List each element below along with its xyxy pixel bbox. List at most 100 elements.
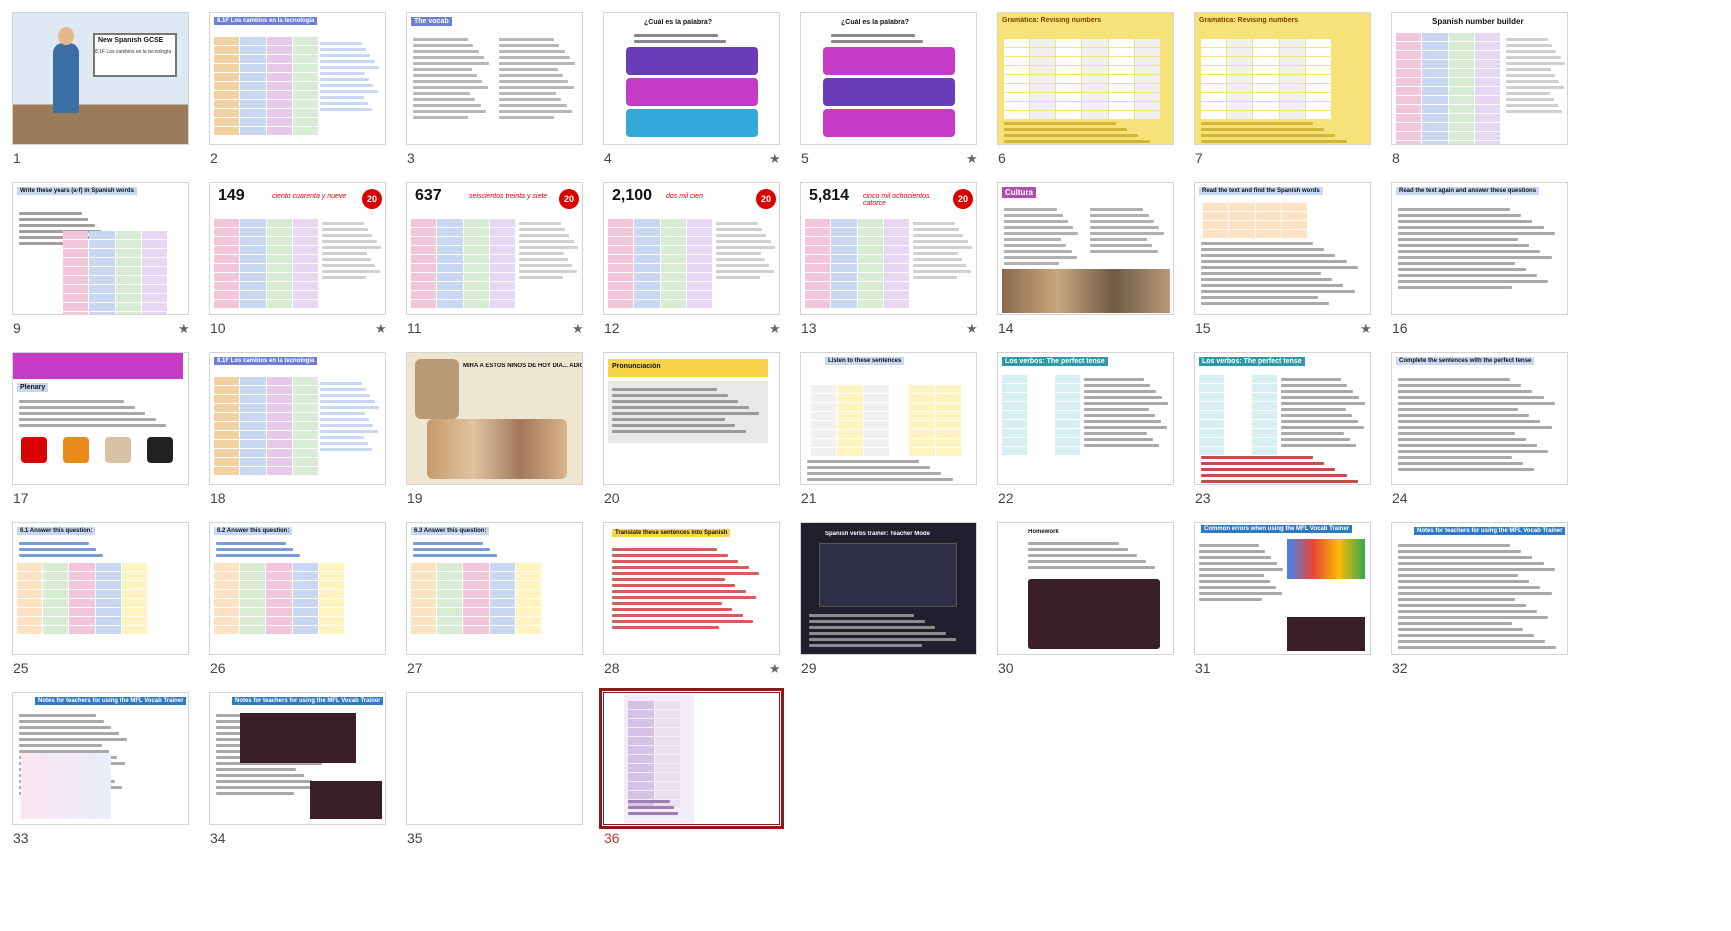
slide-preview[interactable]: 6.2 Answer this question: [209,522,386,655]
slide-thumbnail-17[interactable]: Plenary 17 [0,340,190,506]
slide-preview[interactable]: Los verbos: The perfect tense [997,352,1174,485]
text-lines [1028,539,1158,572]
trainer-screenshot [310,781,382,819]
slide-preview[interactable]: 149 ciento cuarenta y nueve 20 [209,182,386,315]
text-lines [612,545,762,632]
slide-preview[interactable]: 2,100 dos mil cien 20 [603,182,780,315]
text-lines [413,539,513,560]
slide-thumbnail-21[interactable]: Listen to these sentences 21 [788,340,978,506]
mini-table [805,219,909,308]
slide-title: Los verbos: The perfect tense [1002,357,1108,366]
slide-thumbnail-18[interactable]: 8.1F Los cambios en la tecnología 18 [197,340,387,506]
slide-thumbnail-10[interactable]: 149 ciento cuarenta y nueve 20 10 ★ [197,170,387,336]
mini-table [214,377,318,475]
slide-number: 15 [1195,320,1211,336]
text-lines [1201,453,1361,484]
rebus-row [823,78,955,106]
slide-thumbnail-1[interactable]: New Spanish GCSE 8.1F Los cambios en la t… [0,0,190,166]
slide-preview[interactable]: ¿Cuál es la palabra? [603,12,780,145]
slide-thumbnail-23[interactable]: Los verbos: The perfect tense 23 [1182,340,1372,506]
slide-preview[interactable]: 6.1 Answer this question: [12,522,189,655]
slide-preview[interactable]: The vocab [406,12,583,145]
slide-preview[interactable]: Notes for teachers for using the MFL Voc… [12,692,189,825]
text-lines [913,219,973,282]
slide-thumbnail-22[interactable]: Los verbos: The perfect tense 22 [985,340,1175,506]
slide-thumbnail-33[interactable]: Notes for teachers for using the MFL Voc… [0,680,190,846]
slide-thumbnail-26[interactable]: 6.2 Answer this question: 26 [197,510,387,676]
slide-preview[interactable]: Homework [997,522,1174,655]
plenary-icon [63,437,89,463]
slide-preview[interactable]: Notes for teachers for using the MFL Voc… [1391,522,1568,655]
slide-preview[interactable]: New Spanish GCSE 8.1F Los cambios en la t… [12,12,189,145]
slide-thumbnail-30[interactable]: Homework 30 [985,510,1175,676]
number-display: 149 [218,187,245,204]
slide-number: 24 [1392,490,1408,506]
slide-preview[interactable]: Spanish number builder [1391,12,1568,145]
text-lines [1398,205,1558,292]
slide-thumbnail-24[interactable]: Complete the sentences with the perfect … [1379,340,1569,506]
slide-thumbnail-11[interactable]: 637 seiscientos treinta y siete 20 11 ★ [394,170,584,336]
slide-preview[interactable]: Los verbos: The perfect tense [1194,352,1371,485]
slide-thumbnail-14[interactable]: Cultura 14 [985,170,1175,336]
slide-thumbnail-13[interactable]: 5,814 cinco mil ochocientos catorce 20 13 ★ [788,170,978,336]
slide-preview[interactable]: Read the text again and answer these que… [1391,182,1568,315]
slide-preview[interactable]: Cultura [997,182,1174,315]
slide-preview[interactable]: MIRA A ESTOS NIÑOS DE HOY DÍA... ADICTOS… [406,352,583,485]
slide-preview[interactable]: ¿Cuál es la palabra? [800,12,977,145]
slide-thumbnail-2[interactable]: 8.1F Los cambios en la tecnología 2 [197,0,387,166]
slide-thumbnail-8[interactable]: Spanish number builder 8 [1379,0,1569,166]
slide-preview[interactable]: Complete the sentences with the perfect … [1391,352,1568,485]
slide-preview[interactable]: Notes for teachers for using the MFL Voc… [209,692,386,825]
slide-number: 12 [604,320,620,336]
slide-thumbnail-28[interactable]: Translate these sentences into Spanish 28… [591,510,781,676]
slide-preview[interactable]: Spanish verbs trainer: Teacher Mode [800,522,977,655]
slide-preview[interactable]: 8.1F Los cambios en la tecnología [209,12,386,145]
slide-thumbnail-9[interactable]: Write these years (a-f) in Spanish words… [0,170,190,336]
slide-title: Complete the sentences with the perfect … [1396,357,1535,365]
timer-badge: 20 [953,189,973,209]
slide-thumbnail-32[interactable]: Notes for teachers for using the MFL Voc… [1379,510,1569,676]
slide-preview[interactable]: 6.3 Answer this question: [406,522,583,655]
slide-thumbnail-29[interactable]: Spanish verbs trainer: Teacher Mode 29 [788,510,978,676]
slide-preview[interactable]: Read the text and find the Spanish words [1194,182,1371,315]
slide-preview[interactable] [599,688,784,829]
slide-preview[interactable]: Write these years (a-f) in Spanish words [12,182,189,315]
slide-preview[interactable]: Listen to these sentences [800,352,977,485]
slide-thumbnail-12[interactable]: 2,100 dos mil cien 20 12 ★ [591,170,781,336]
rebus-row [626,109,758,137]
slide-preview[interactable]: Plenary [12,352,189,485]
slide-preview[interactable]: 637 seiscientos treinta y siete 20 [406,182,583,315]
teacher-head [58,27,74,45]
slide-thumbnail-3[interactable]: The vocab 3 [394,0,584,166]
slide-thumbnail-4[interactable]: ¿Cuál es la palabra? 4 ★ [591,0,781,166]
slide-thumbnail-16[interactable]: Read the text again and answer these que… [1379,170,1569,336]
slide-preview[interactable]: Translate these sentences into Spanish [603,522,780,655]
slide-thumbnail-31[interactable]: Common errors when using the MFL Vocab T… [1182,510,1372,676]
animation-star-icon: ★ [966,321,978,336]
slide-preview[interactable]: Pronunciación [603,352,780,485]
slide-thumbnail-36[interactable]: 36 [591,680,784,846]
slide-thumbnail-7[interactable]: Gramática: Revising numbers 7 [1182,0,1372,166]
slide-preview[interactable] [406,692,583,825]
slide-preview[interactable]: Gramática: Revising numbers [997,12,1174,145]
slide-thumbnail-27[interactable]: 6.3 Answer this question: 27 [394,510,584,676]
slide-thumbnail-35[interactable]: 35 [394,680,584,846]
slide-thumbnail-34[interactable]: Notes for teachers for using the MFL Voc… [197,680,387,846]
slide-number: 8 [1392,150,1400,166]
slide-title: Write these years (a-f) in Spanish words [17,187,137,195]
slide-thumbnail-6[interactable]: Gramática: Revising numbers 6 [985,0,1175,166]
slide-thumbnail-15[interactable]: Read the text and find the Spanish words… [1182,170,1372,336]
classroom-photo [1002,269,1170,313]
slide-thumbnail-25[interactable]: 6.1 Answer this question: 25 [0,510,190,676]
mini-table [214,37,318,135]
slide-thumbnail-19[interactable]: MIRA A ESTOS NIÑOS DE HOY DÍA... ADICTOS… [394,340,584,506]
slide-preview[interactable]: Gramática: Revising numbers [1194,12,1371,145]
slide-preview[interactable]: 8.1F Los cambios en la tecnología [209,352,386,485]
text-lines [1398,375,1558,474]
slide-preview[interactable]: 5,814 cinco mil ochocientos catorce 20 [800,182,977,315]
slide-title: 8.1F Los cambios en la tecnología [214,17,318,25]
slide-thumbnail-5[interactable]: ¿Cuál es la palabra? 5 ★ [788,0,978,166]
slide-thumbnail-20[interactable]: Pronunciación 20 [591,340,781,506]
slide-preview[interactable]: Common errors when using the MFL Vocab T… [1194,522,1371,655]
slide-title: Spanish number builder [1432,17,1524,26]
